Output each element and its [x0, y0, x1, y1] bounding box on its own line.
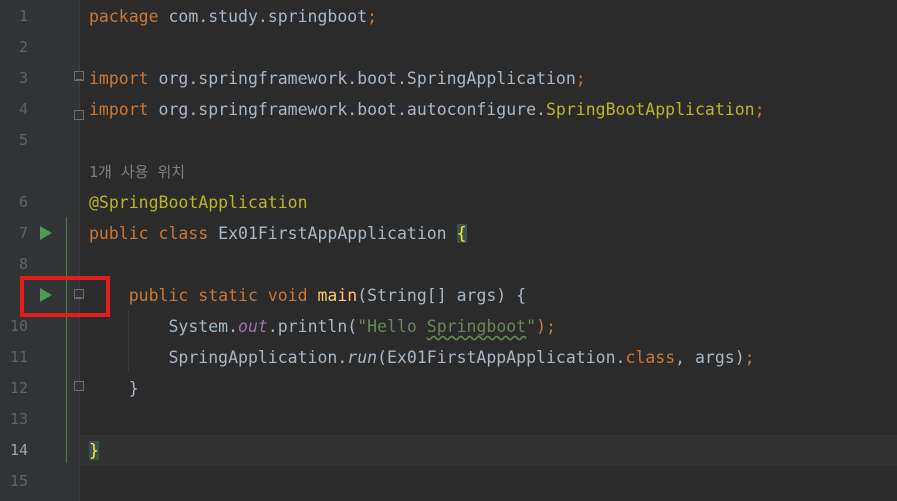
line-number: 6: [18, 193, 28, 211]
code-token: SpringBootApplication: [545, 100, 755, 119]
line-number: 10: [9, 317, 28, 335]
code-token: Ex01FirstAppApplication: [218, 224, 457, 243]
code-token: }: [89, 441, 99, 460]
current-line-highlight: [80, 435, 897, 466]
code-token: @SpringBootApplication: [89, 193, 308, 212]
line-number: 14: [9, 441, 28, 459]
line-number: 7: [18, 224, 28, 242]
code-line[interactable]: }: [89, 373, 139, 404]
code-token: ": [526, 317, 537, 336]
code-token: .println(: [267, 317, 358, 336]
code-token: );: [536, 317, 556, 336]
line-number: 3: [18, 69, 28, 87]
code-token: {: [456, 224, 467, 243]
line-number: 5: [18, 131, 28, 149]
code-token: "Hello: [357, 317, 427, 336]
code-line[interactable]: public static void main(String[] args) {: [89, 280, 526, 311]
code-token: ;: [744, 348, 755, 367]
code-token: import: [89, 100, 159, 119]
code-token: 1개 사용 위치: [89, 163, 186, 181]
code-token: out: [238, 317, 268, 336]
line-number: 4: [18, 100, 28, 118]
code-token: (String[] args) {: [357, 286, 527, 305]
fold-end-main-method-icon[interactable]: [74, 381, 84, 391]
line-number: 13: [9, 410, 28, 428]
code-line[interactable]: SpringApplication.run(Ex01FirstAppApplic…: [89, 342, 755, 373]
class-scope-guide: [66, 217, 67, 463]
code-line[interactable]: @SpringBootApplication: [89, 187, 308, 218]
code-token: System.: [89, 317, 239, 336]
code-token: import: [89, 69, 159, 88]
code-line[interactable]: }: [89, 435, 99, 466]
code-token: public class: [89, 224, 219, 243]
line-number: 12: [9, 379, 28, 397]
run-class-icon[interactable]: [40, 226, 52, 240]
code-line[interactable]: public class Ex01FirstAppApplication {: [89, 218, 467, 249]
code-token: org.springframework.boot.autoconfigure.: [158, 100, 546, 119]
fold-end-imports-icon[interactable]: [74, 110, 84, 120]
code-line[interactable]: 1개 사용 위치: [89, 156, 185, 187]
code-line[interactable]: import org.springframework.boot.autoconf…: [89, 94, 765, 125]
code-token: package: [89, 7, 169, 26]
code-token: Springboot: [426, 317, 527, 336]
code-token: ;: [575, 69, 586, 88]
line-number: 1: [18, 7, 28, 25]
code-line[interactable]: System.out.println("Hello Springboot");: [89, 311, 556, 342]
code-token: run: [347, 348, 378, 367]
code-token: (Ex01FirstAppApplication.: [377, 348, 626, 367]
code-token: org.springframework.boot.SpringApplicati…: [158, 69, 576, 88]
code-line[interactable]: import org.springframework.boot.SpringAp…: [89, 63, 586, 94]
code-token: SpringApplication.: [89, 348, 348, 367]
fold-imports-icon[interactable]: [74, 71, 84, 81]
line-number: 8: [18, 255, 28, 273]
line-number: 2: [18, 38, 28, 56]
code-token: class: [625, 348, 676, 367]
code-token: }: [89, 379, 139, 398]
code-line[interactable]: package com.study.springboot;: [89, 1, 377, 32]
code-token: com.study.springboot: [168, 7, 368, 26]
line-number: 15: [9, 472, 28, 490]
code-token: , args): [675, 348, 745, 367]
code-token: public static void: [89, 286, 318, 305]
code-token: ;: [367, 7, 378, 26]
line-number: 11: [9, 348, 28, 366]
code-token: ;: [754, 100, 765, 119]
code-token: main: [317, 286, 358, 305]
